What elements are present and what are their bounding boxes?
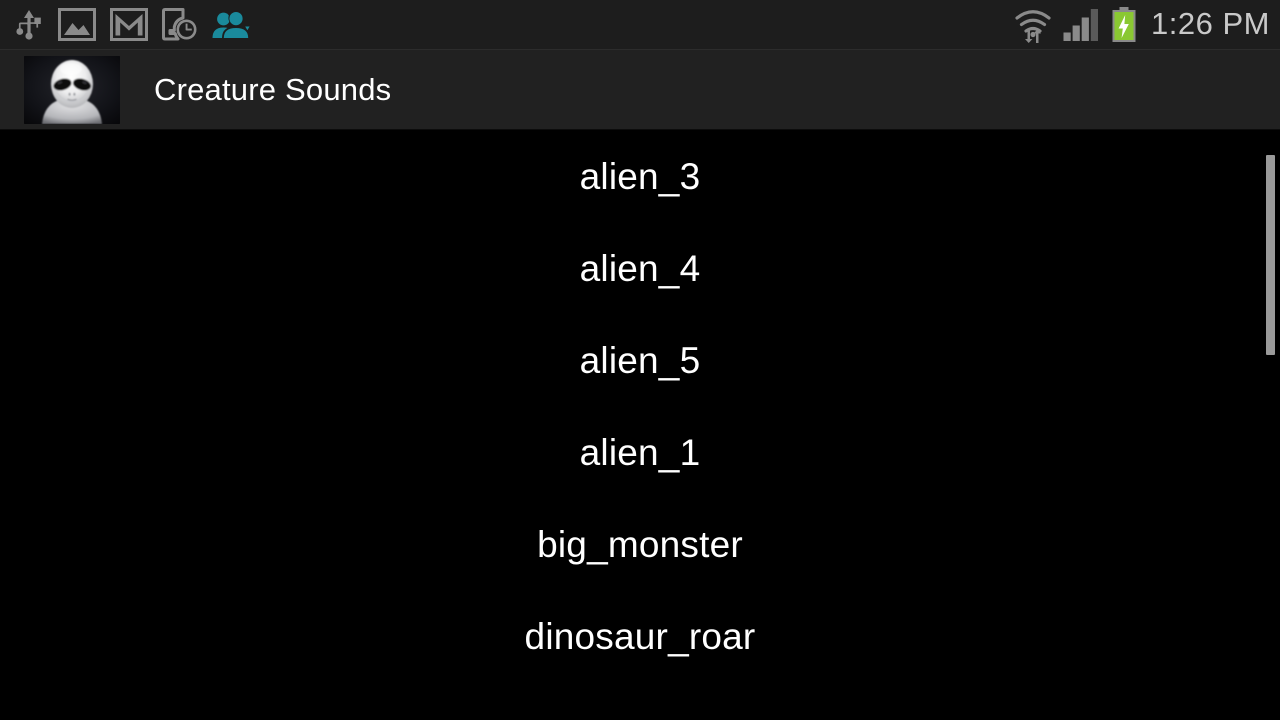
system-status-icons: 1:26 PM [1013, 6, 1270, 44]
alien-head-icon[interactable] [24, 55, 120, 124]
gmail-icon [110, 8, 148, 41]
notification-icons [14, 8, 250, 41]
list-item[interactable]: alien_3 [0, 131, 1280, 223]
battery-charging-icon [1111, 6, 1137, 43]
list-item[interactable]: alien_1 [0, 407, 1280, 499]
cellular-signal-icon [1063, 8, 1101, 42]
list-item-label: alien_4 [579, 248, 701, 289]
list-item[interactable]: big_monster [0, 499, 1280, 591]
list-item-label: dinosaur_roar [524, 616, 756, 657]
scrollbar-thumb[interactable] [1266, 155, 1275, 355]
page-title: Creature Sounds [154, 71, 392, 107]
status-bar[interactable]: 1:26 PM [0, 0, 1280, 50]
phone-clock-icon [162, 8, 198, 41]
usb-icon [14, 9, 44, 41]
vertical-scrollbar[interactable] [1266, 131, 1275, 720]
list-item[interactable]: alien_4 [0, 223, 1280, 315]
list-item-label: big_monster [537, 524, 743, 565]
app-bar: Creature Sounds [0, 50, 1280, 130]
list-item-label: alien_5 [579, 340, 701, 381]
list-item-label: alien_3 [579, 156, 701, 197]
contacts-icon [212, 9, 250, 40]
sound-list[interactable]: alien_3 alien_4 alien_5 alien_1 big_mons… [0, 131, 1280, 720]
list-item-label: alien_1 [579, 432, 701, 473]
list-item[interactable]: alien_5 [0, 315, 1280, 407]
wifi-icon [1013, 7, 1053, 43]
status-bar-clock: 1:26 PM [1151, 5, 1270, 41]
android-screen: 1:26 PM Creature Sounds alien_3 alien_4 … [0, 0, 1280, 720]
screenshot-icon [58, 8, 96, 41]
list-item[interactable]: dinosaur_roar [0, 591, 1280, 683]
